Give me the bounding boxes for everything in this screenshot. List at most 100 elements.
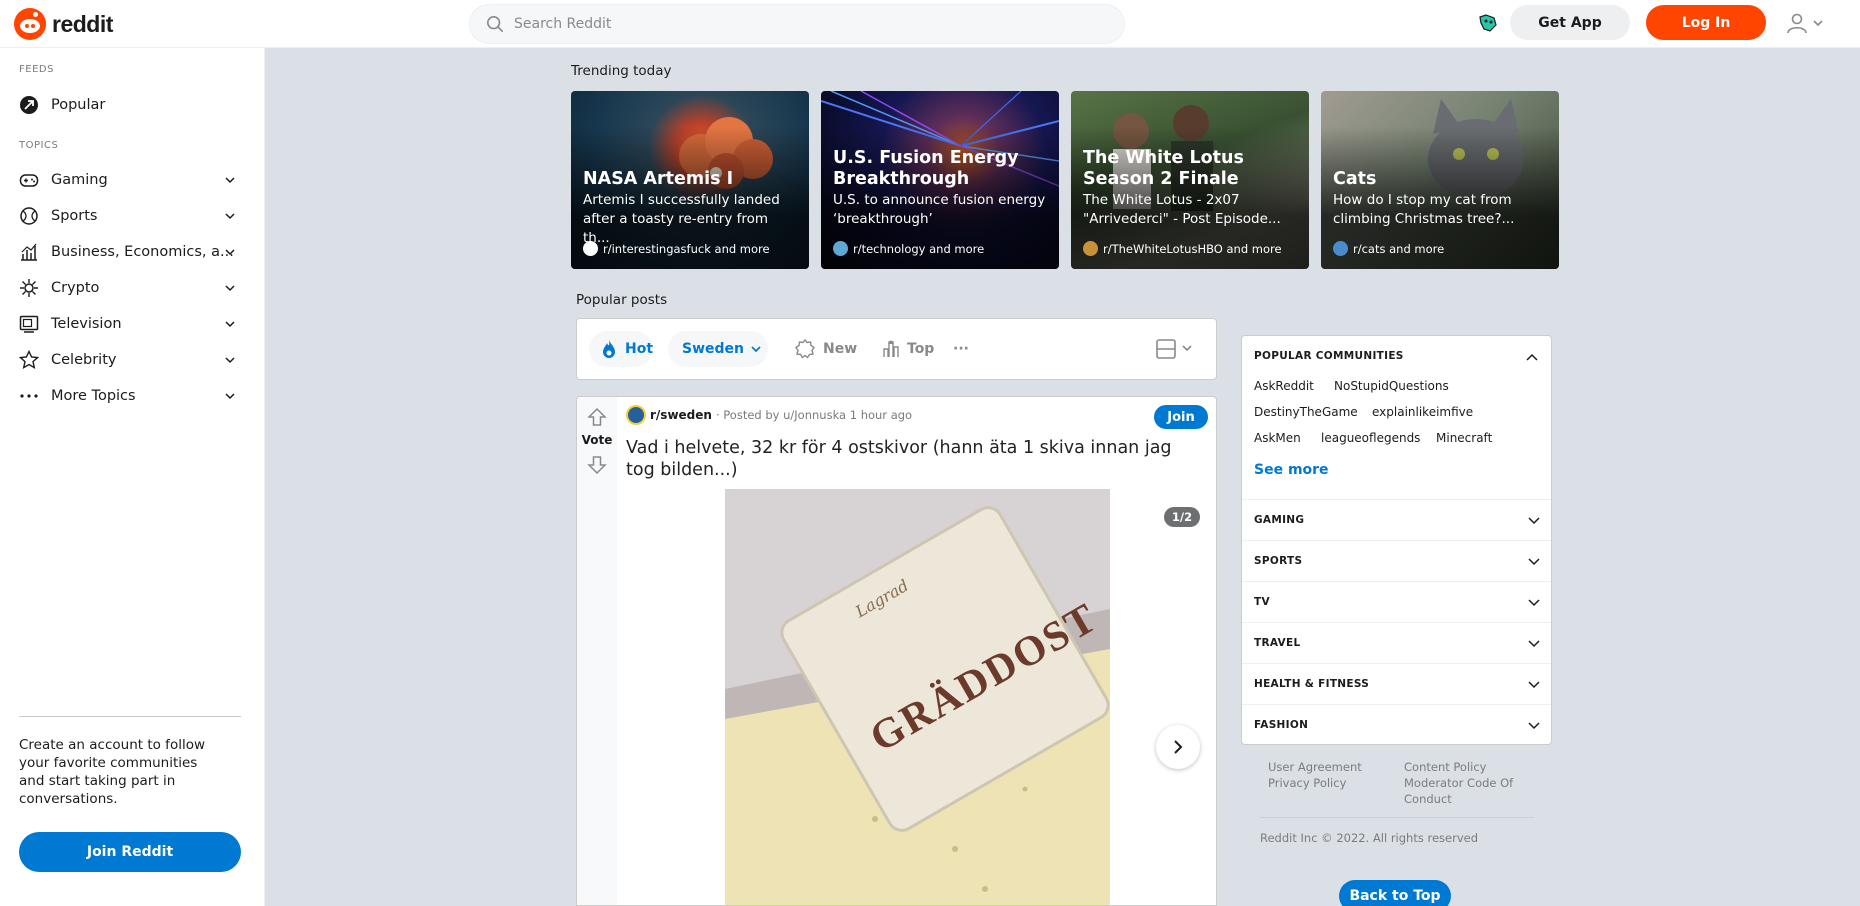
chevron-down-icon bbox=[1528, 599, 1540, 607]
image-counter-badge: 1/2 bbox=[1164, 507, 1200, 527]
sidebar-item-gaming[interactable]: Gaming bbox=[0, 162, 264, 198]
search-placeholder: Search Reddit bbox=[514, 16, 612, 32]
community-link[interactable]: Minecraft bbox=[1436, 431, 1492, 445]
post-author-time: · Posted by u/Jonnuska 1 hour ago bbox=[715, 408, 913, 422]
category-label: FASHION bbox=[1254, 719, 1309, 731]
subreddit-avatar[interactable] bbox=[626, 405, 646, 425]
sidebar-item-label: Television bbox=[51, 316, 122, 332]
community-category-sports[interactable]: SPORTS bbox=[1242, 540, 1551, 581]
post-meta: r/sweden · Posted by u/Jonnuska 1 hour a… bbox=[626, 405, 912, 425]
region-label: Sweden bbox=[682, 341, 744, 357]
sidebar-item-television[interactable]: Television bbox=[0, 306, 264, 342]
community-category-health-fitness[interactable]: HEALTH & FITNESS bbox=[1242, 663, 1551, 704]
trending-card[interactable]: NASA Artemis I Artemis I successfully la… bbox=[571, 91, 809, 269]
advertise-icon[interactable] bbox=[1476, 11, 1500, 35]
trending-card-description: U.S. to announce fusion energy ‘breakthr… bbox=[833, 192, 1046, 227]
log-in-button[interactable]: Log In bbox=[1646, 5, 1766, 40]
vote-column: Vote bbox=[577, 397, 617, 905]
sidebar-item-label: Crypto bbox=[51, 280, 100, 296]
privacy-policy-link[interactable]: Privacy Policy bbox=[1268, 776, 1346, 790]
left-sidebar: FEEDS Popular TOPICS Gaming Sports Busin… bbox=[0, 48, 265, 906]
chevron-down-icon bbox=[225, 177, 235, 184]
trending-card-description: The White Lotus - 2x07 "Arrivederci" - P… bbox=[1083, 192, 1281, 227]
community-link[interactable]: NoStupidQuestions bbox=[1334, 379, 1449, 393]
upvote-icon[interactable] bbox=[587, 407, 607, 427]
join-subreddit-button[interactable]: Join bbox=[1154, 405, 1208, 429]
post-card[interactable]: Vote r/sweden · Posted by u/Jonnuska 1 h… bbox=[576, 396, 1217, 906]
feeds-heading: FEEDS bbox=[19, 64, 54, 75]
subreddit-avatar bbox=[583, 241, 598, 256]
subreddit-avatar bbox=[1333, 241, 1348, 256]
community-link[interactable]: leagueoflegends bbox=[1321, 431, 1420, 445]
sidebar-item-label: More Topics bbox=[51, 388, 136, 404]
user-agreement-link[interactable]: User Agreement bbox=[1268, 760, 1362, 774]
trending-card-title: Cats bbox=[1333, 169, 1377, 189]
sidebar-item-business[interactable]: Business, Economics, a... bbox=[0, 234, 264, 270]
trending-card-sub-label: r/cats and more bbox=[1353, 241, 1445, 256]
downvote-icon[interactable] bbox=[587, 455, 607, 475]
get-app-button[interactable]: Get App bbox=[1510, 5, 1630, 40]
reddit-logo[interactable]: reddit bbox=[14, 8, 113, 40]
post-image[interactable]: Lagrad GRÄDDOST bbox=[725, 489, 1110, 905]
trending-card[interactable]: U.S. Fusion Energy Breakthrough U.S. to … bbox=[821, 91, 1059, 269]
post-title[interactable]: Vad i helvete, 32 kr för 4 ostskivor (ha… bbox=[626, 437, 1186, 481]
sidebar-item-label: Gaming bbox=[51, 172, 108, 188]
community-category-gaming[interactable]: GAMING bbox=[1242, 499, 1551, 540]
popular-communities-heading: POPULAR COMMUNITIES bbox=[1254, 350, 1404, 362]
join-reddit-button[interactable]: Join Reddit bbox=[19, 832, 241, 872]
chevron-down-icon bbox=[225, 357, 235, 364]
sidebar-item-sports[interactable]: Sports bbox=[0, 198, 264, 234]
sort-bar: Hot Sweden New Top ··· bbox=[576, 318, 1217, 380]
moderator-code-link[interactable]: Moderator Code Of bbox=[1404, 776, 1513, 790]
star-icon bbox=[19, 350, 39, 370]
popular-communities-panel: POPULAR COMMUNITIES AskReddit NoStupidQu… bbox=[1241, 335, 1552, 745]
community-link[interactable]: AskReddit bbox=[1254, 379, 1314, 393]
chevron-down-icon bbox=[751, 346, 761, 353]
search-input[interactable]: Search Reddit bbox=[469, 4, 1125, 44]
category-label: GAMING bbox=[1254, 514, 1305, 526]
sidebar-item-popular[interactable]: Popular bbox=[0, 87, 264, 123]
next-image-button[interactable] bbox=[1156, 725, 1200, 769]
community-link[interactable]: DestinyTheGame bbox=[1254, 405, 1358, 419]
moderator-code-link-line2[interactable]: Conduct bbox=[1404, 792, 1452, 806]
sidebar-item-celebrity[interactable]: Celebrity bbox=[0, 342, 264, 378]
chevron-right-icon bbox=[1174, 740, 1183, 754]
trending-card[interactable]: Cats How do I stop my cat from climbing … bbox=[1321, 91, 1559, 269]
search-icon bbox=[486, 15, 504, 33]
popular-posts-heading: Popular posts bbox=[576, 292, 668, 308]
subreddit-avatar bbox=[833, 241, 848, 256]
community-category-fashion[interactable]: FASHION bbox=[1242, 704, 1551, 744]
community-link[interactable]: explainlikeimfive bbox=[1372, 405, 1473, 419]
trending-card-description: How do I stop my cat from climbing Chris… bbox=[1333, 192, 1515, 227]
trending-card-subreddit: r/cats and more bbox=[1333, 241, 1444, 256]
user-menu-dropdown[interactable] bbox=[1786, 10, 1830, 36]
sidebar-item-crypto[interactable]: Crypto bbox=[0, 270, 264, 306]
region-dropdown[interactable]: Sweden bbox=[668, 331, 768, 367]
popular-icon bbox=[20, 96, 38, 114]
community-category-tv[interactable]: TV bbox=[1242, 581, 1551, 622]
content-policy-link[interactable]: Content Policy bbox=[1404, 760, 1486, 774]
view-layout-toggle[interactable] bbox=[1156, 339, 1198, 359]
trending-card-title: NASA Artemis I bbox=[583, 169, 734, 189]
sort-top-button[interactable]: Top bbox=[875, 331, 945, 367]
community-category-travel[interactable]: TRAVEL bbox=[1242, 622, 1551, 663]
chevron-down-icon bbox=[1528, 558, 1540, 566]
sort-new-button[interactable]: New bbox=[787, 331, 867, 367]
sidebar-item-label: Popular bbox=[51, 97, 106, 113]
chevron-down-icon bbox=[225, 321, 235, 328]
tv-icon bbox=[19, 315, 39, 333]
community-link[interactable]: AskMen bbox=[1254, 431, 1301, 445]
trending-card[interactable]: The White Lotus Season 2 Finale The Whit… bbox=[1071, 91, 1309, 269]
sort-hot-button[interactable]: Hot bbox=[589, 331, 653, 367]
trending-card-sub-label: r/interestingasfuck and more bbox=[603, 241, 770, 256]
user-icon bbox=[1787, 13, 1807, 34]
footer-divider bbox=[1260, 817, 1534, 818]
back-to-top-button[interactable]: Back to Top bbox=[1339, 880, 1451, 906]
sidebar-item-more-topics[interactable]: More Topics bbox=[0, 378, 264, 414]
category-label: HEALTH & FITNESS bbox=[1254, 678, 1370, 690]
chevron-up-icon[interactable] bbox=[1525, 350, 1539, 364]
sidebar-item-label: Business, Economics, a... bbox=[51, 244, 234, 260]
sort-more-button[interactable]: ··· bbox=[953, 331, 983, 367]
see-more-link[interactable]: See more bbox=[1254, 462, 1329, 478]
subreddit-link[interactable]: r/sweden bbox=[650, 408, 712, 422]
